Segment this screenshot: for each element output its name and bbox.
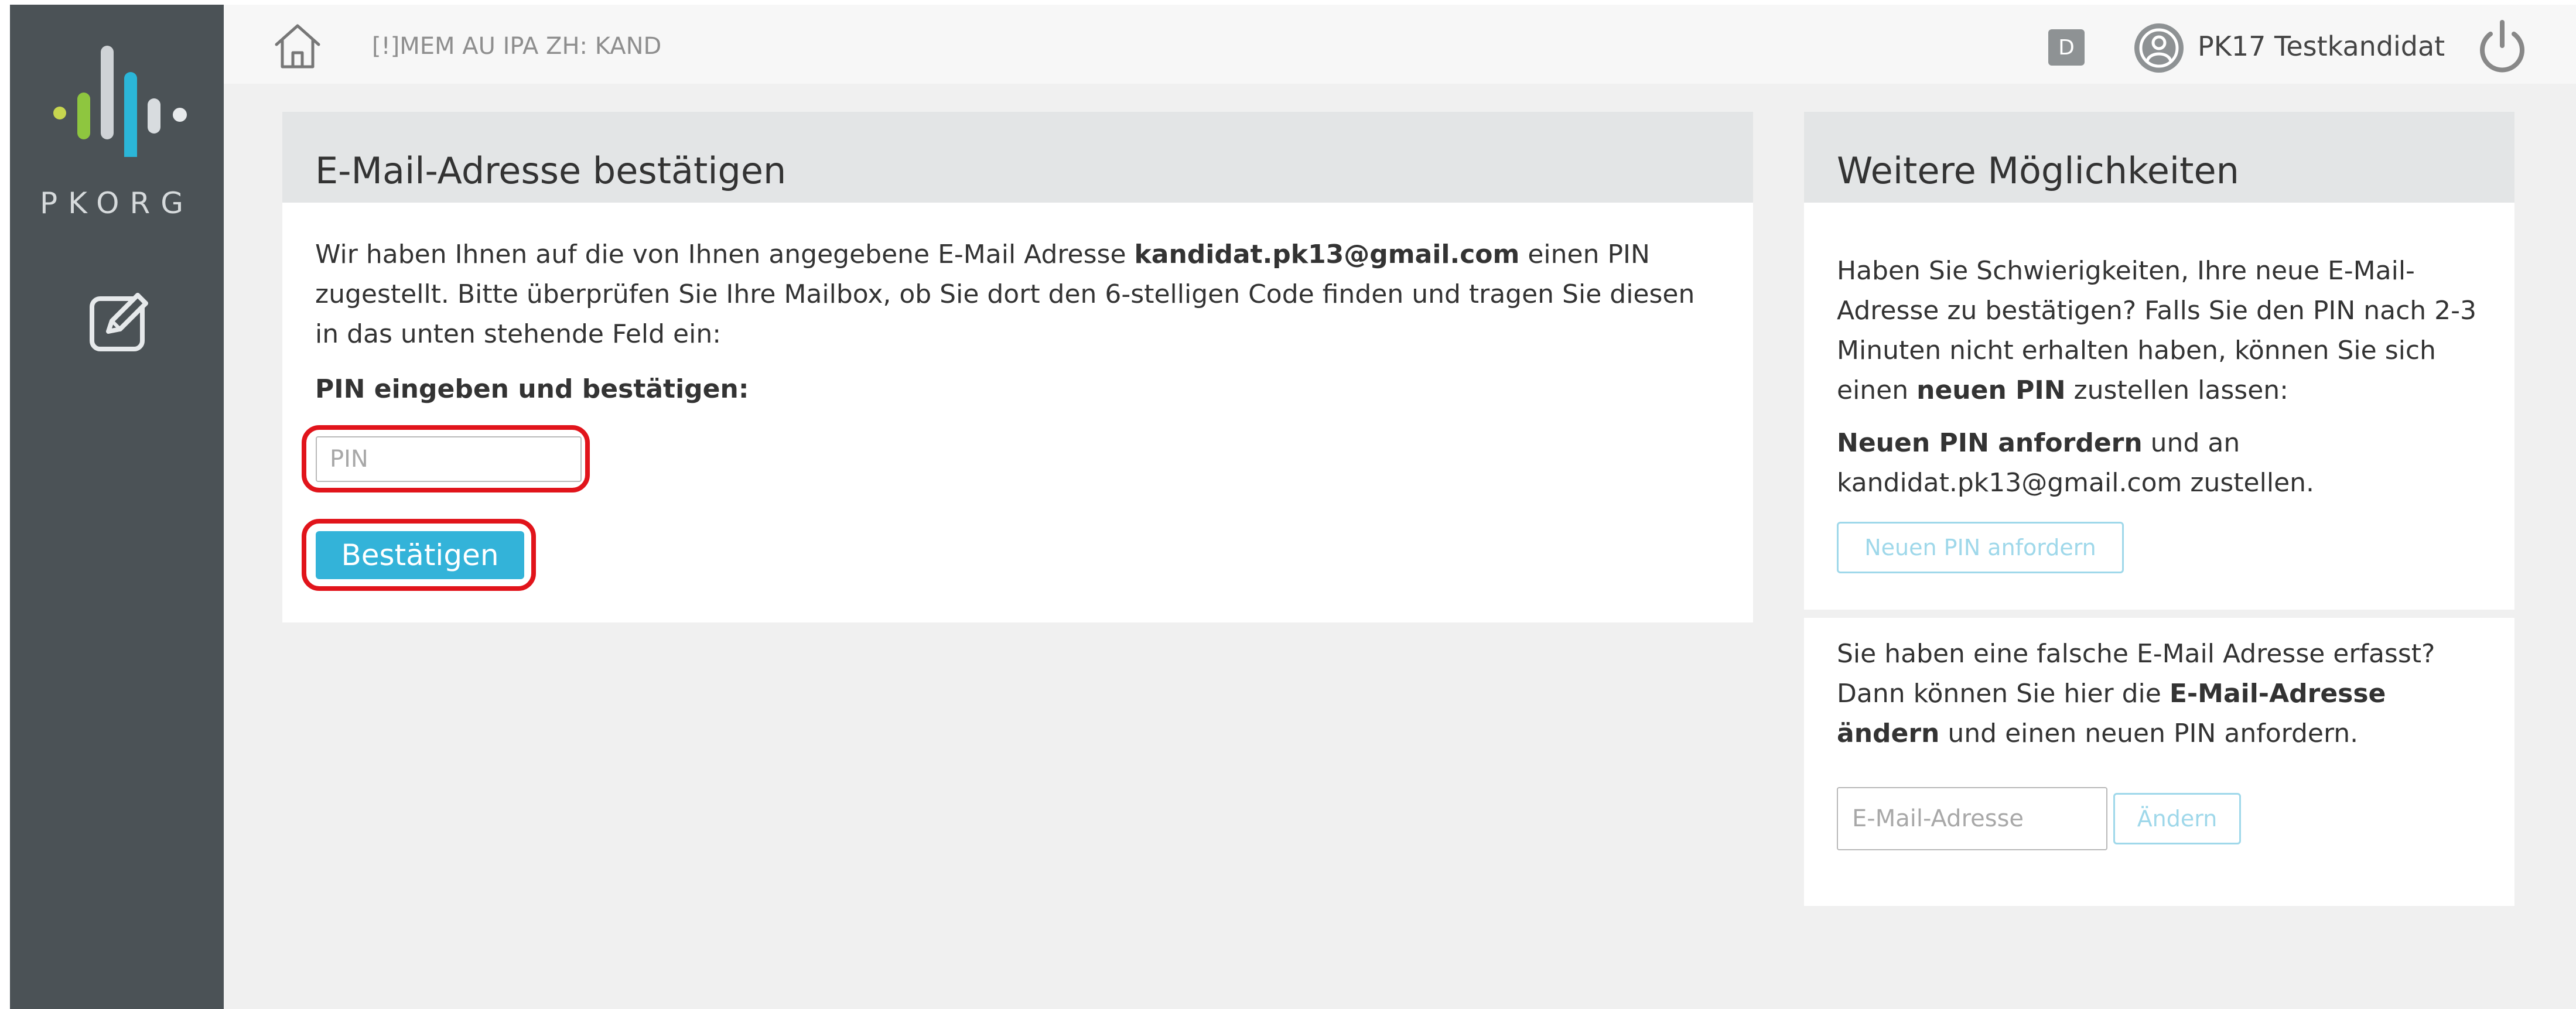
change-text-part: und einen neuen PIN anfordern. xyxy=(1939,719,2359,748)
edit-icon[interactable] xyxy=(85,286,155,356)
change-email-text: Sie haben eine falsche E-Mail Adresse er… xyxy=(1837,634,2487,754)
panel-title: Weitere Möglichkeiten xyxy=(1837,149,2239,192)
change-email-button[interactable]: Ändern xyxy=(2113,793,2241,844)
top-bar: [!]MEM AU IPA ZH: KAND D PK17 Testkandid… xyxy=(224,5,2576,84)
power-icon[interactable] xyxy=(2476,18,2529,74)
panel-title: E-Mail-Adresse bestätigen xyxy=(315,149,787,192)
help-text-bold: neuen PIN xyxy=(1916,375,2066,405)
panel-header: E-Mail-Adresse bestätigen xyxy=(282,112,1753,203)
user-role-badge[interactable]: D xyxy=(2048,29,2085,66)
logo-text: PKORG xyxy=(39,186,194,220)
pin-label: PIN eingeben und bestätigen: xyxy=(315,374,749,404)
request-new-pin-button[interactable]: Neuen PIN anfordern xyxy=(1837,522,2124,573)
user-icon[interactable] xyxy=(2133,22,2185,74)
confirm-instructions: Wir haben Ihnen auf die von Ihnen angege… xyxy=(315,235,1721,354)
intro-text: Wir haben Ihnen auf die von Ihnen angege… xyxy=(315,240,1135,269)
pkorg-logo-icon[interactable] xyxy=(51,28,192,157)
change-email-panel: Sie haben eine falsche E-Mail Adresse er… xyxy=(1804,618,2514,906)
help-text: Haben Sie Schwierigkeiten, Ihre neue E-M… xyxy=(1837,251,2487,411)
user-name[interactable]: PK17 Testkandidat xyxy=(2198,30,2445,62)
pin-input[interactable] xyxy=(316,436,582,482)
home-icon[interactable] xyxy=(272,20,323,71)
confirm-button[interactable]: Bestätigen xyxy=(316,531,524,579)
panel-header: Weitere Möglichkeiten xyxy=(1804,112,2514,203)
email-address: kandidat.pk13@gmail.com xyxy=(1134,240,1520,269)
confirm-email-panel: E-Mail-Adresse bestätigen Wir haben Ihne… xyxy=(282,112,1753,622)
request-text: Neuen PIN anfordern und an kandidat.pk13… xyxy=(1837,423,2487,503)
sidebar: PKORG xyxy=(10,5,224,1009)
email-input[interactable] xyxy=(1837,787,2107,850)
main-content: E-Mail-Adresse bestätigen Wir haben Ihne… xyxy=(224,84,2576,1009)
more-options-panel: Weitere Möglichkeiten Haben Sie Schwieri… xyxy=(1804,112,2514,610)
breadcrumb: [!]MEM AU IPA ZH: KAND xyxy=(372,33,662,60)
help-text-part: zustellen lassen: xyxy=(2065,375,2288,405)
request-text-bold: Neuen PIN anfordern xyxy=(1837,428,2143,458)
